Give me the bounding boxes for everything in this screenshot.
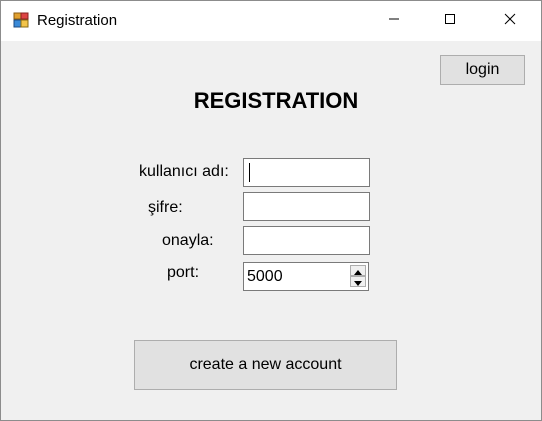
- password-field[interactable]: [243, 192, 370, 221]
- registration-window: Registration login REGISTRATION kullanıc…: [0, 0, 542, 421]
- create-account-button[interactable]: create a new account: [134, 340, 397, 390]
- title-bar: Registration: [1, 1, 541, 41]
- close-icon: [504, 12, 516, 30]
- username-label: kullanıcı adı:: [139, 163, 229, 180]
- password-label: şifre:: [148, 199, 183, 216]
- window-title: Registration: [37, 12, 118, 29]
- port-label: port:: [167, 264, 200, 281]
- app-icon: [13, 12, 29, 28]
- port-decrement-button[interactable]: [350, 276, 366, 287]
- maximize-button[interactable]: [427, 1, 473, 41]
- port-stepper[interactable]: 5000: [243, 262, 369, 291]
- text-caret: [249, 163, 250, 182]
- form-area: login REGISTRATION kullanıcı adı: şifre:…: [1, 41, 541, 420]
- username-field[interactable]: [243, 158, 370, 187]
- page-title: REGISTRATION: [193, 88, 359, 113]
- port-value[interactable]: 5000: [247, 268, 283, 286]
- confirm-password-label: onayla:: [162, 232, 214, 249]
- minimize-button[interactable]: [371, 1, 417, 41]
- confirm-password-field[interactable]: [243, 226, 370, 255]
- caret-down-icon: [354, 273, 362, 291]
- maximize-icon: [444, 12, 456, 30]
- login-button[interactable]: login: [440, 55, 525, 85]
- close-button[interactable]: [487, 1, 533, 41]
- minimize-icon: [388, 12, 400, 30]
